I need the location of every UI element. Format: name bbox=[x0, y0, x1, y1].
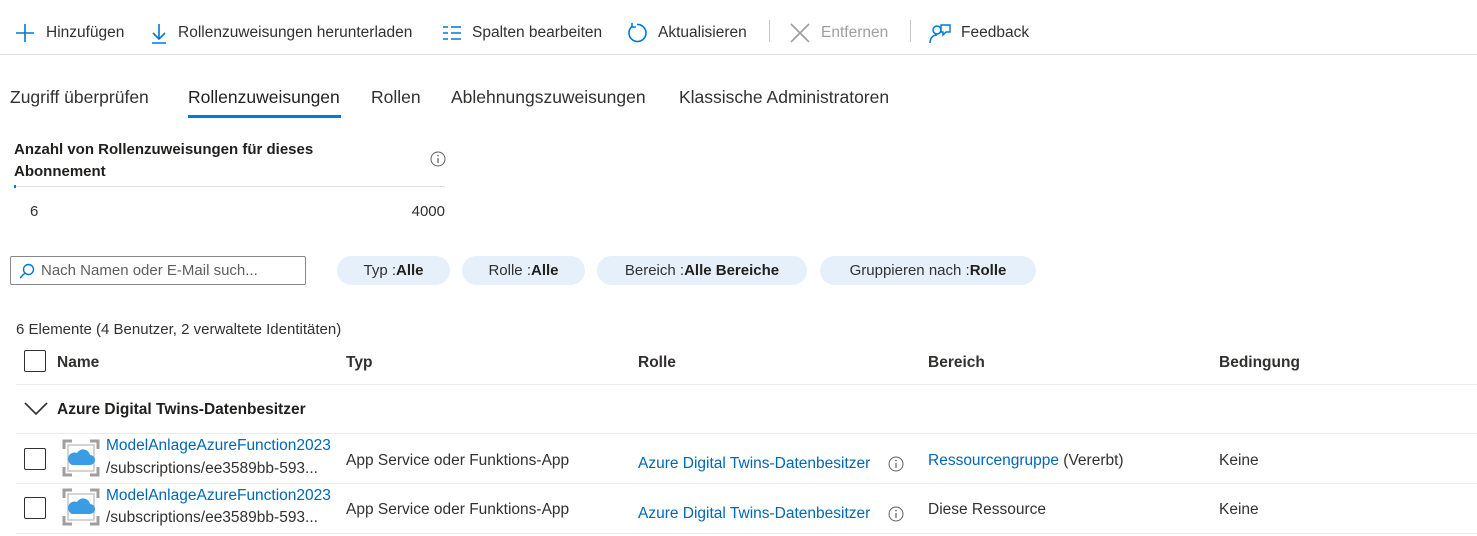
filter-group-by-value: Rolle bbox=[969, 262, 1007, 279]
command-bar: Hinzufügen Rollenzuweisungen herunterlad… bbox=[0, 0, 1477, 55]
assignment-count-current: 6 bbox=[30, 203, 39, 220]
assignment-count-title: Anzahl von Rollenzuweisungen für dieses … bbox=[14, 141, 314, 180]
column-header-scope[interactable]: Bereich bbox=[928, 354, 985, 372]
filter-group-by-label: Gruppieren nach : bbox=[849, 262, 970, 279]
row-checkbox[interactable] bbox=[24, 497, 46, 519]
row-role-link[interactable]: Azure Digital Twins-Datenbesitzer bbox=[638, 455, 870, 473]
tab-classic-administrators[interactable]: Klassische Administratoren bbox=[679, 87, 889, 108]
info-icon[interactable] bbox=[888, 456, 904, 472]
feedback-label: Feedback bbox=[961, 24, 1030, 41]
filter-role-value: Alle bbox=[531, 262, 559, 279]
search-input[interactable] bbox=[41, 262, 301, 279]
filter-type-label: Typ : bbox=[363, 262, 396, 279]
header-divider bbox=[16, 384, 1477, 385]
column-header-type[interactable]: Typ bbox=[346, 354, 372, 372]
remove-button[interactable]: Entfernen bbox=[789, 20, 888, 46]
remove-label: Entfernen bbox=[821, 24, 889, 41]
search-box bbox=[10, 256, 306, 285]
group-label: Azure Digital Twins-Datenbesitzer bbox=[57, 401, 306, 418]
add-label: Hinzufügen bbox=[46, 24, 125, 41]
columns-icon bbox=[443, 26, 461, 40]
row-condition: Keine bbox=[1219, 501, 1259, 518]
row-condition: Keine bbox=[1219, 452, 1259, 469]
info-icon[interactable] bbox=[888, 506, 904, 522]
row-type: App Service oder Funktions-App bbox=[346, 452, 570, 469]
info-icon[interactable] bbox=[430, 151, 446, 167]
tab-deny-assignments[interactable]: Ablehnungszuweisungen bbox=[451, 87, 646, 108]
refresh-button[interactable]: Aktualisieren bbox=[626, 20, 747, 46]
download-label: Rollenzuweisungen herunterladen bbox=[178, 24, 413, 41]
assignment-count-bar bbox=[14, 186, 445, 187]
tab-check-access[interactable]: Zugriff überprüfen bbox=[10, 87, 149, 108]
chevron-down-icon[interactable] bbox=[24, 402, 48, 416]
column-header-condition[interactable]: Bedingung bbox=[1219, 354, 1300, 372]
row-divider bbox=[16, 533, 1477, 534]
row-name-link[interactable]: ModelAnlageAzureFunction2023 bbox=[106, 487, 337, 505]
add-button[interactable]: Hinzufügen bbox=[14, 20, 124, 46]
toolbar-divider bbox=[910, 20, 911, 42]
row-type: App Service oder Funktions-App bbox=[346, 501, 570, 518]
feedback-icon bbox=[929, 24, 951, 44]
filter-scope-value: Alle Bereiche bbox=[684, 262, 780, 279]
row-role-link[interactable]: Azure Digital Twins-Datenbesitzer bbox=[638, 505, 870, 523]
row-resource-path: /subscriptions/ee3589bb-593... bbox=[106, 460, 318, 477]
download-icon bbox=[152, 24, 166, 44]
refresh-icon bbox=[628, 23, 647, 43]
column-header-name[interactable]: Name bbox=[57, 354, 99, 372]
toolbar-divider bbox=[769, 20, 770, 42]
plus-icon bbox=[16, 24, 34, 42]
assignment-count-fill bbox=[14, 185, 16, 188]
tab-roles[interactable]: Rollen bbox=[371, 87, 421, 108]
filter-group-by[interactable]: Gruppieren nach : Rolle bbox=[820, 256, 1036, 285]
search-icon bbox=[19, 263, 35, 278]
filter-scope[interactable]: Bereich : Alle Bereiche bbox=[597, 256, 807, 285]
filter-role[interactable]: Rolle : Alle bbox=[462, 256, 585, 285]
edit-columns-label: Spalten bearbeiten bbox=[472, 24, 603, 41]
group-divider bbox=[16, 433, 1477, 434]
active-tab-indicator bbox=[188, 115, 341, 118]
assignment-count-max: 4000 bbox=[411, 203, 445, 220]
download-button[interactable]: Rollenzuweisungen herunterladen bbox=[150, 20, 412, 46]
row-resource-path: /subscriptions/ee3589bb-593... bbox=[106, 509, 318, 526]
column-header-role[interactable]: Rolle bbox=[638, 354, 676, 372]
close-icon bbox=[790, 23, 810, 43]
feedback-button[interactable]: Feedback bbox=[929, 20, 1029, 46]
filter-type-value: Alle bbox=[396, 262, 424, 279]
filter-role-label: Rolle : bbox=[488, 262, 531, 279]
filter-type[interactable]: Typ : Alle bbox=[337, 256, 450, 285]
tab-role-assignments[interactable]: Rollenzuweisungen bbox=[188, 87, 340, 108]
row-scope-link[interactable]: Ressourcengruppe bbox=[928, 452, 1059, 469]
result-summary: 6 Elemente (4 Benutzer, 2 verwaltete Ide… bbox=[16, 321, 342, 338]
refresh-label: Aktualisieren bbox=[658, 24, 747, 41]
row-checkbox[interactable] bbox=[24, 448, 46, 470]
row-name-link[interactable]: ModelAnlageAzureFunction2023 bbox=[106, 437, 337, 455]
filter-scope-label: Bereich : bbox=[624, 262, 685, 279]
select-all-checkbox[interactable] bbox=[24, 350, 46, 372]
row-scope-text: Diese Ressource bbox=[928, 501, 1047, 518]
app-service-icon bbox=[62, 488, 100, 526]
row-scope: Diese Ressource bbox=[928, 501, 1046, 519]
edit-columns-button[interactable]: Spalten bearbeiten bbox=[442, 20, 602, 46]
row-scope-suffix: (Vererbt) bbox=[1058, 452, 1124, 469]
row-scope: Ressourcengruppe (Vererbt) bbox=[928, 452, 1124, 470]
app-service-icon bbox=[62, 439, 100, 477]
row-divider bbox=[16, 483, 1477, 484]
